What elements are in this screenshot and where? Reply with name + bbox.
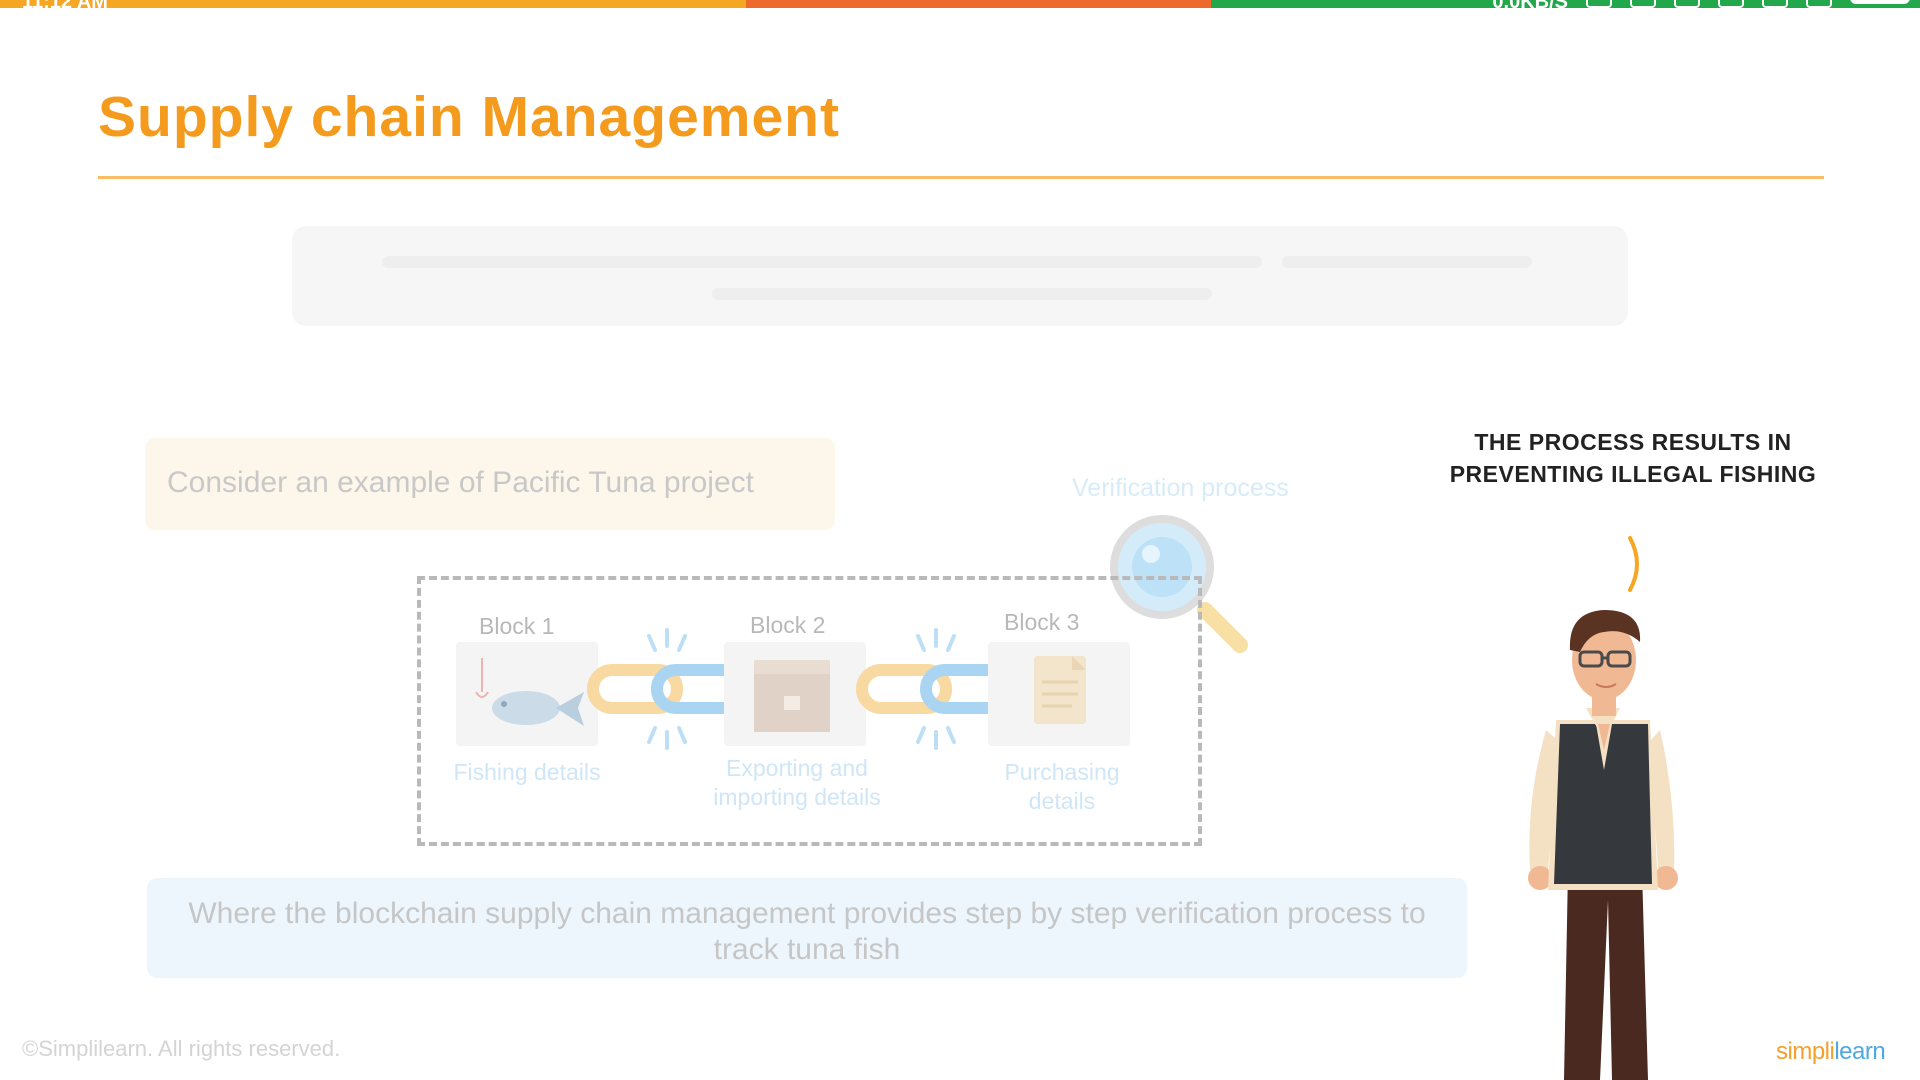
logo-part-1: simpli (1776, 1038, 1835, 1065)
chain-link-icon (587, 628, 747, 750)
status-time: 11:12 AM (22, 0, 108, 13)
block-2-caption: Exporting and importing details (713, 755, 881, 810)
status-bar-segment-red (746, 0, 1211, 8)
simplilearn-logo: simplilearn (1776, 1038, 1886, 1066)
slide-title: Supply chain Management (98, 85, 840, 149)
block-3-title: Block 3 (1004, 609, 1080, 635)
network-speed: 0.0KB/S (1492, 0, 1568, 13)
example-callout: Consider an example of Pacific Tuna proj… (145, 438, 835, 530)
presenter-character (1528, 610, 1678, 1080)
sync-icon (1674, 0, 1700, 8)
block-1-caption: Fishing details (453, 759, 601, 785)
verification-label: Verification process (1072, 474, 1289, 502)
status-icons: 0.0KB/S (1492, 0, 1910, 13)
sim-icon (1586, 0, 1612, 8)
signal-icon (1718, 0, 1744, 8)
copyright-text: ©Simplilearn. All rights reserved. (22, 1036, 341, 1061)
speech-pointer (1628, 536, 1639, 592)
block-3-caption: Purchasing details (1004, 759, 1120, 814)
verification-note: Where the blockchain supply chain manage… (147, 878, 1467, 978)
fish-icon (475, 658, 584, 726)
speech-text: The process results in preventing illega… (1449, 429, 1817, 487)
battery-icon (1850, 0, 1910, 4)
block-1-title: Block 1 (479, 613, 555, 639)
title-divider (98, 176, 1824, 179)
block-2-tile (724, 642, 866, 746)
faded-banner (292, 226, 1628, 326)
document-icon (1034, 656, 1086, 724)
wifi-icon (1806, 0, 1832, 8)
banner-ghost-line (382, 256, 1262, 268)
block-2-title: Block 2 (750, 612, 826, 638)
signal-icon (1762, 0, 1788, 8)
alarm-icon (1630, 0, 1656, 8)
package-icon (754, 660, 830, 732)
banner-ghost-line (1282, 256, 1532, 268)
note-text: Where the blockchain supply chain manage… (188, 897, 1426, 966)
example-text: Consider an example of Pacific Tuna proj… (167, 466, 754, 499)
block-3-tile (988, 642, 1130, 746)
block-1-tile (456, 642, 598, 746)
status-bar-segment-orange (0, 0, 746, 8)
logo-part-2: learn (1834, 1038, 1886, 1065)
banner-ghost-line (712, 288, 1212, 300)
